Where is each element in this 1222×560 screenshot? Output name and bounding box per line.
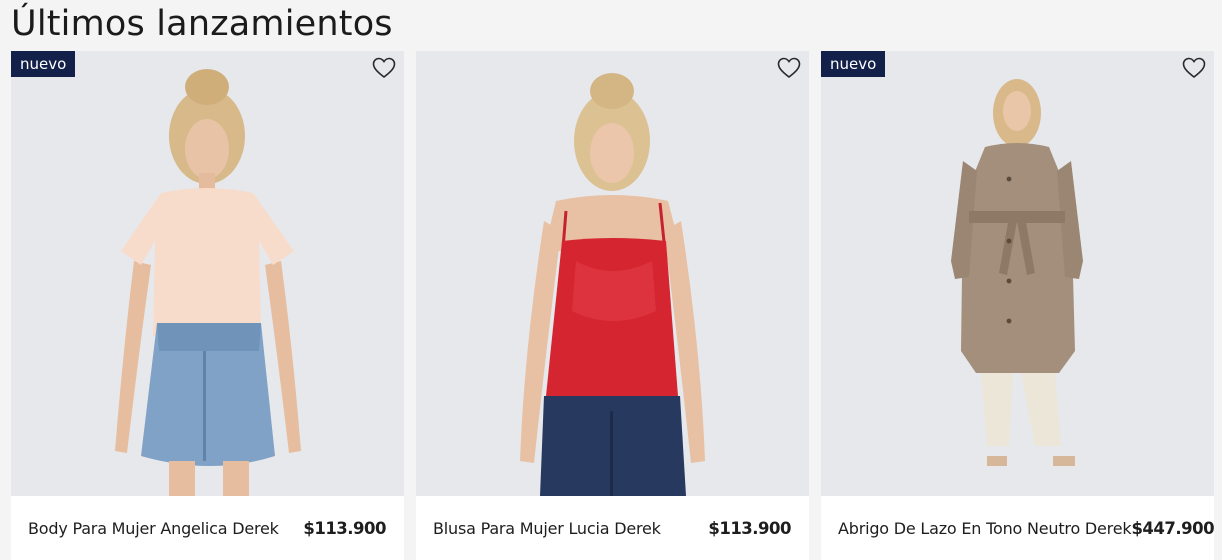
product-grid: nuevo Body Para Mujer Angelica Derek $11… xyxy=(11,51,1215,560)
product-name[interactable]: Blusa Para Mujer Lucia Derek xyxy=(433,519,661,538)
product-photo-coat xyxy=(951,79,1083,466)
product-name[interactable]: Abrigo De Lazo En Tono Neutro Derek xyxy=(838,519,1132,538)
product-card[interactable]: nuevo Abrigo De Lazo En Tono Neutro Dere… xyxy=(821,51,1215,560)
product-image[interactable] xyxy=(416,51,809,496)
new-badge: nuevo xyxy=(11,51,76,77)
section-title: Últimos lanzamientos xyxy=(11,4,393,44)
product-photo-blouse xyxy=(520,73,705,496)
product-card[interactable]: nuevo Body Para Mujer Angelica Derek $11… xyxy=(11,51,404,560)
product-card[interactable]: Blusa Para Mujer Lucia Derek $113.900 xyxy=(416,51,809,560)
product-name[interactable]: Body Para Mujer Angelica Derek xyxy=(28,519,279,538)
product-price: $113.900 xyxy=(708,518,791,538)
product-photo-body xyxy=(115,69,301,496)
new-badge: nuevo xyxy=(821,51,886,77)
product-info: Abrigo De Lazo En Tono Neutro Derek $447… xyxy=(821,496,1215,560)
product-info: Blusa Para Mujer Lucia Derek $113.900 xyxy=(416,496,809,560)
favorite-heart-icon[interactable] xyxy=(777,57,801,79)
favorite-heart-icon[interactable] xyxy=(372,57,396,79)
product-info: Body Para Mujer Angelica Derek $113.900 xyxy=(11,496,404,560)
product-price: $113.900 xyxy=(303,518,386,538)
product-image[interactable]: nuevo xyxy=(821,51,1214,496)
product-price: $447.900 xyxy=(1131,518,1215,538)
product-image[interactable]: nuevo xyxy=(11,51,404,496)
favorite-heart-icon[interactable] xyxy=(1182,57,1206,79)
